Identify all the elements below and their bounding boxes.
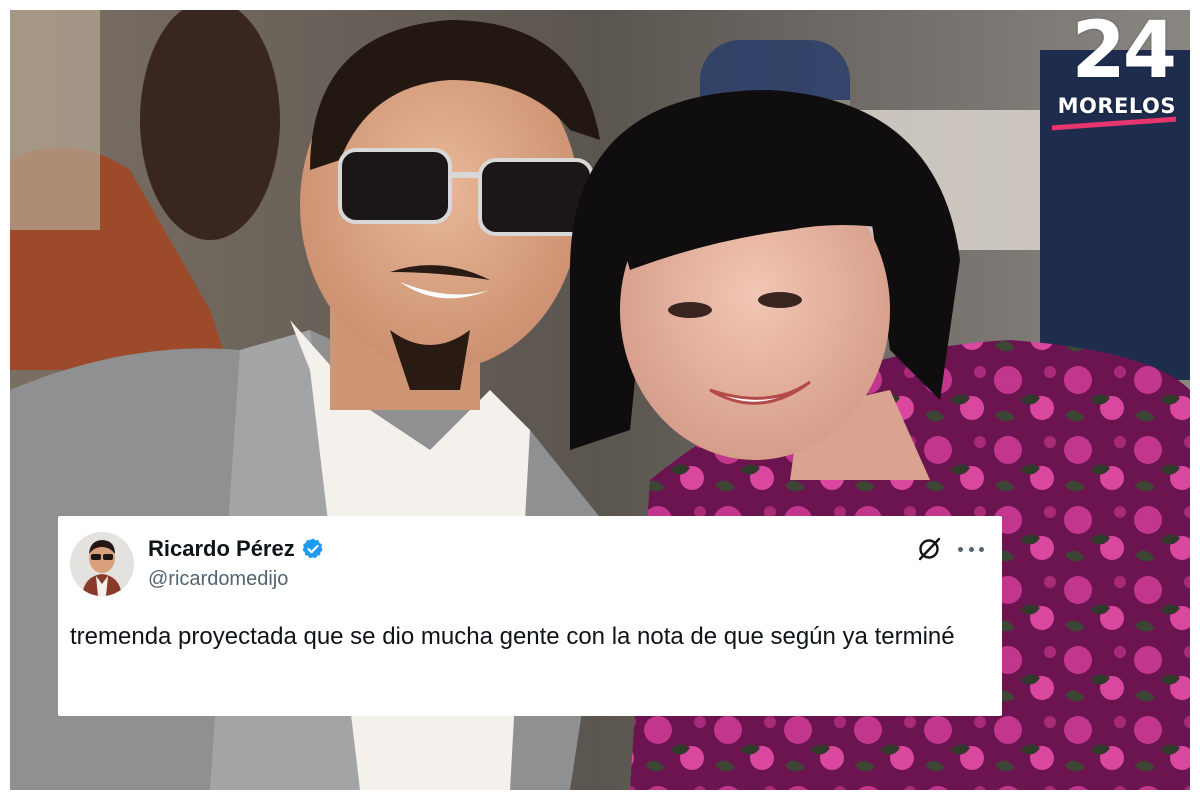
logo-accent-bar (1052, 116, 1176, 131)
avatar[interactable] (70, 532, 134, 596)
logo-word: MORELOS (1057, 94, 1176, 118)
author-name[interactable]: Ricardo Pérez (148, 536, 295, 562)
grok-icon[interactable] (916, 536, 942, 562)
verified-badge-icon (302, 538, 323, 559)
more-options-icon[interactable] (958, 538, 984, 560)
tweet-card[interactable]: Ricardo Pérez @ricardomedijo tremenda pr… (58, 516, 1002, 716)
avatar-image (70, 532, 134, 596)
author-handle[interactable]: @ricardomedijo (148, 568, 288, 591)
logo-number: 24 (1071, 10, 1177, 96)
author-row: Ricardo Pérez (148, 536, 325, 562)
brand-logo: 24 MORELOS (1050, 12, 1182, 148)
tweet-text: tremenda proyectada que se dio mucha gen… (70, 623, 955, 650)
